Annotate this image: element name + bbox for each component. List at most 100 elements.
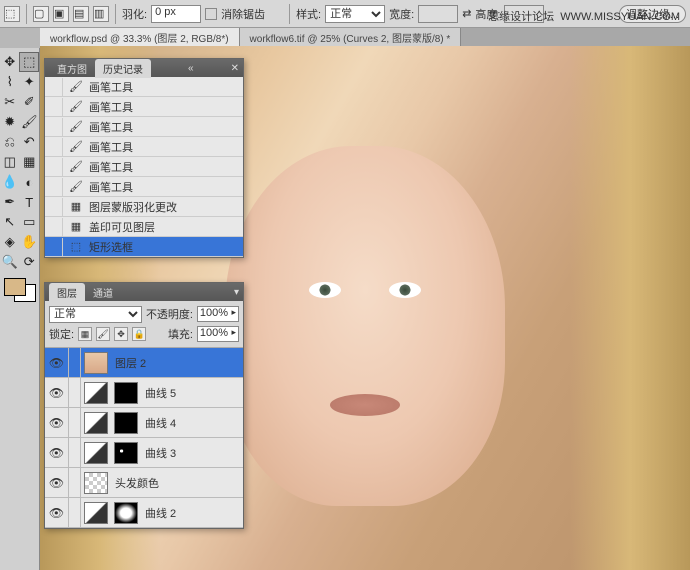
blend-mode-select[interactable]: 正常 xyxy=(49,306,142,323)
lock-all-icon[interactable]: 🔒 xyxy=(132,327,146,341)
visibility-toggle[interactable]: 👁 xyxy=(45,348,69,377)
adjustment-thumbnail[interactable] xyxy=(84,502,108,524)
history-icon: 🖌 xyxy=(69,160,83,174)
feather-input[interactable]: 0 px xyxy=(151,5,201,23)
tab-doc-1[interactable]: workflow.psd @ 33.3% (图层 2, RGB/8*) xyxy=(40,28,240,46)
brush-tool[interactable]: 🖌 xyxy=(20,112,40,132)
layer-row[interactable]: 👁曲线 5 xyxy=(45,378,243,408)
visibility-toggle[interactable]: 👁 xyxy=(45,498,69,527)
history-panel: 直方图 历史记录 « ✕ 🖌画笔工具🖌画笔工具🖌画笔工具🖌画笔工具🖌画笔工具🖌画… xyxy=(44,58,244,258)
layer-name: 曲线 4 xyxy=(141,415,176,431)
history-item[interactable]: ▦图层蒙版羽化更改 xyxy=(45,197,243,217)
antialias-label: 消除锯齿 xyxy=(221,6,265,22)
visibility-toggle[interactable]: 👁 xyxy=(45,468,69,497)
history-icon: ⬚ xyxy=(69,240,83,254)
tab-histogram[interactable]: 直方图 xyxy=(49,59,95,78)
layer-row[interactable]: 👁 曲线 3 xyxy=(45,438,243,468)
mask-thumbnail[interactable] xyxy=(114,412,138,434)
marquee-tool[interactable]: ⬚ xyxy=(19,52,39,72)
move-tool[interactable]: ✥ xyxy=(0,52,19,72)
history-brush-tool[interactable]: ↶ xyxy=(20,132,40,152)
tab-layers[interactable]: 图层 xyxy=(49,283,85,302)
layer-thumbnail[interactable] xyxy=(84,352,108,374)
swap-icon[interactable]: ⇄ xyxy=(462,7,471,20)
history-icon: 🖌 xyxy=(69,120,83,134)
blur-tool[interactable]: 💧 xyxy=(0,172,20,192)
mask-thumbnail[interactable] xyxy=(114,442,138,464)
tab-channels[interactable]: 通道 xyxy=(85,283,121,302)
layer-row[interactable]: 👁 曲线 2 xyxy=(45,498,243,528)
visibility-toggle[interactable]: 👁 xyxy=(45,408,69,437)
mask-thumbnail[interactable] xyxy=(114,382,138,404)
layer-thumbnail[interactable] xyxy=(84,472,108,494)
history-item[interactable]: 🖌画笔工具 xyxy=(45,137,243,157)
close-icon[interactable]: ✕ xyxy=(231,63,239,74)
history-item[interactable]: 🖌画笔工具 xyxy=(45,77,243,97)
antialias-checkbox[interactable] xyxy=(205,8,217,20)
minimize-icon[interactable]: « xyxy=(188,63,194,74)
stamp-tool[interactable]: ⎌ xyxy=(0,132,20,152)
lock-pixels-icon[interactable]: 🖌 xyxy=(96,327,110,341)
history-item[interactable]: 🖌 画笔工具 xyxy=(45,177,243,197)
zoom-tool[interactable]: 🔍 xyxy=(0,252,20,272)
add-selection-icon[interactable]: ▣ xyxy=(53,6,69,22)
crop-tool[interactable]: ✂ xyxy=(0,92,20,112)
pen-tool[interactable]: ✒ xyxy=(0,192,20,212)
visibility-toggle[interactable]: 👁 xyxy=(45,438,69,467)
visibility-toggle[interactable]: 👁 xyxy=(45,378,69,407)
history-item[interactable]: 🖌 画笔工具 xyxy=(45,117,243,137)
history-label: 画笔工具 xyxy=(89,79,133,95)
lasso-tool[interactable]: ⌇ xyxy=(0,72,20,92)
adjustment-thumbnail[interactable] xyxy=(84,382,108,404)
history-item[interactable]: 🖌 画笔工具 xyxy=(45,157,243,177)
panel-menu-icon[interactable]: ▾ xyxy=(234,287,239,298)
shape-tool[interactable]: ▭ xyxy=(20,212,40,232)
subtract-selection-icon[interactable]: ▤ xyxy=(73,6,89,22)
rotate-tool[interactable]: ⟳ xyxy=(20,252,40,272)
history-icon: 🖌 xyxy=(69,180,83,194)
lock-transparent-icon[interactable]: ▦ xyxy=(78,327,92,341)
adjustment-thumbnail[interactable] xyxy=(84,442,108,464)
width-input xyxy=(418,5,458,23)
history-label: 画笔工具 xyxy=(89,179,133,195)
document-tabs: workflow.psd @ 33.3% (图层 2, RGB/8*) work… xyxy=(40,28,690,46)
layer-row[interactable]: 👁头发颜色 xyxy=(45,468,243,498)
history-item[interactable]: ▦盖印可见图层 xyxy=(45,217,243,237)
type-tool[interactable]: T xyxy=(20,192,40,212)
history-item[interactable]: 🖌画笔工具 xyxy=(45,97,243,117)
layer-name: 曲线 3 xyxy=(141,445,176,461)
history-label: 画笔工具 xyxy=(89,159,133,175)
lock-label: 锁定: xyxy=(49,326,74,342)
history-label: 画笔工具 xyxy=(89,119,133,135)
new-selection-icon[interactable]: ▢ xyxy=(33,6,49,22)
tab-history[interactable]: 历史记录 xyxy=(95,59,151,78)
adjustment-thumbnail[interactable] xyxy=(84,412,108,434)
history-item[interactable]: ⬚ 矩形选框 xyxy=(45,237,243,257)
style-select[interactable]: 正常 xyxy=(325,5,385,23)
mask-thumbnail[interactable] xyxy=(114,502,138,524)
dodge-tool[interactable]: ◐ xyxy=(20,172,40,192)
layer-row[interactable]: 👁图层 2 xyxy=(45,348,243,378)
history-icon: 🖌 xyxy=(69,100,83,114)
heal-tool[interactable]: ✹ xyxy=(0,112,20,132)
fill-label: 填充: xyxy=(168,326,193,342)
gradient-tool[interactable]: ▦ xyxy=(20,152,40,172)
marquee-tool-icon[interactable]: ⬚ xyxy=(4,6,20,22)
eraser-tool[interactable]: ◫ xyxy=(0,152,20,172)
lock-position-icon[interactable]: ✥ xyxy=(114,327,128,341)
opacity-input[interactable]: 100% xyxy=(197,306,239,322)
path-tool[interactable]: ↖ xyxy=(0,212,20,232)
tab-doc-2[interactable]: workflow6.tif @ 25% (Curves 2, 图层蒙版/8) * xyxy=(240,28,462,46)
3d-tool[interactable]: ◈ xyxy=(0,232,20,252)
eyedropper-tool[interactable]: ✐ xyxy=(20,92,40,112)
style-label: 样式: xyxy=(296,6,321,22)
history-label: 矩形选框 xyxy=(89,239,133,255)
layer-row[interactable]: 👁 曲线 4 xyxy=(45,408,243,438)
hand-tool[interactable]: ✋ xyxy=(20,232,40,252)
fill-input[interactable]: 100% xyxy=(197,326,239,342)
color-swatches[interactable] xyxy=(4,278,36,302)
wand-tool[interactable]: ✦ xyxy=(20,72,40,92)
layer-name: 曲线 2 xyxy=(141,505,176,521)
intersect-selection-icon[interactable]: ▥ xyxy=(93,6,109,22)
history-label: 图层蒙版羽化更改 xyxy=(89,199,177,215)
